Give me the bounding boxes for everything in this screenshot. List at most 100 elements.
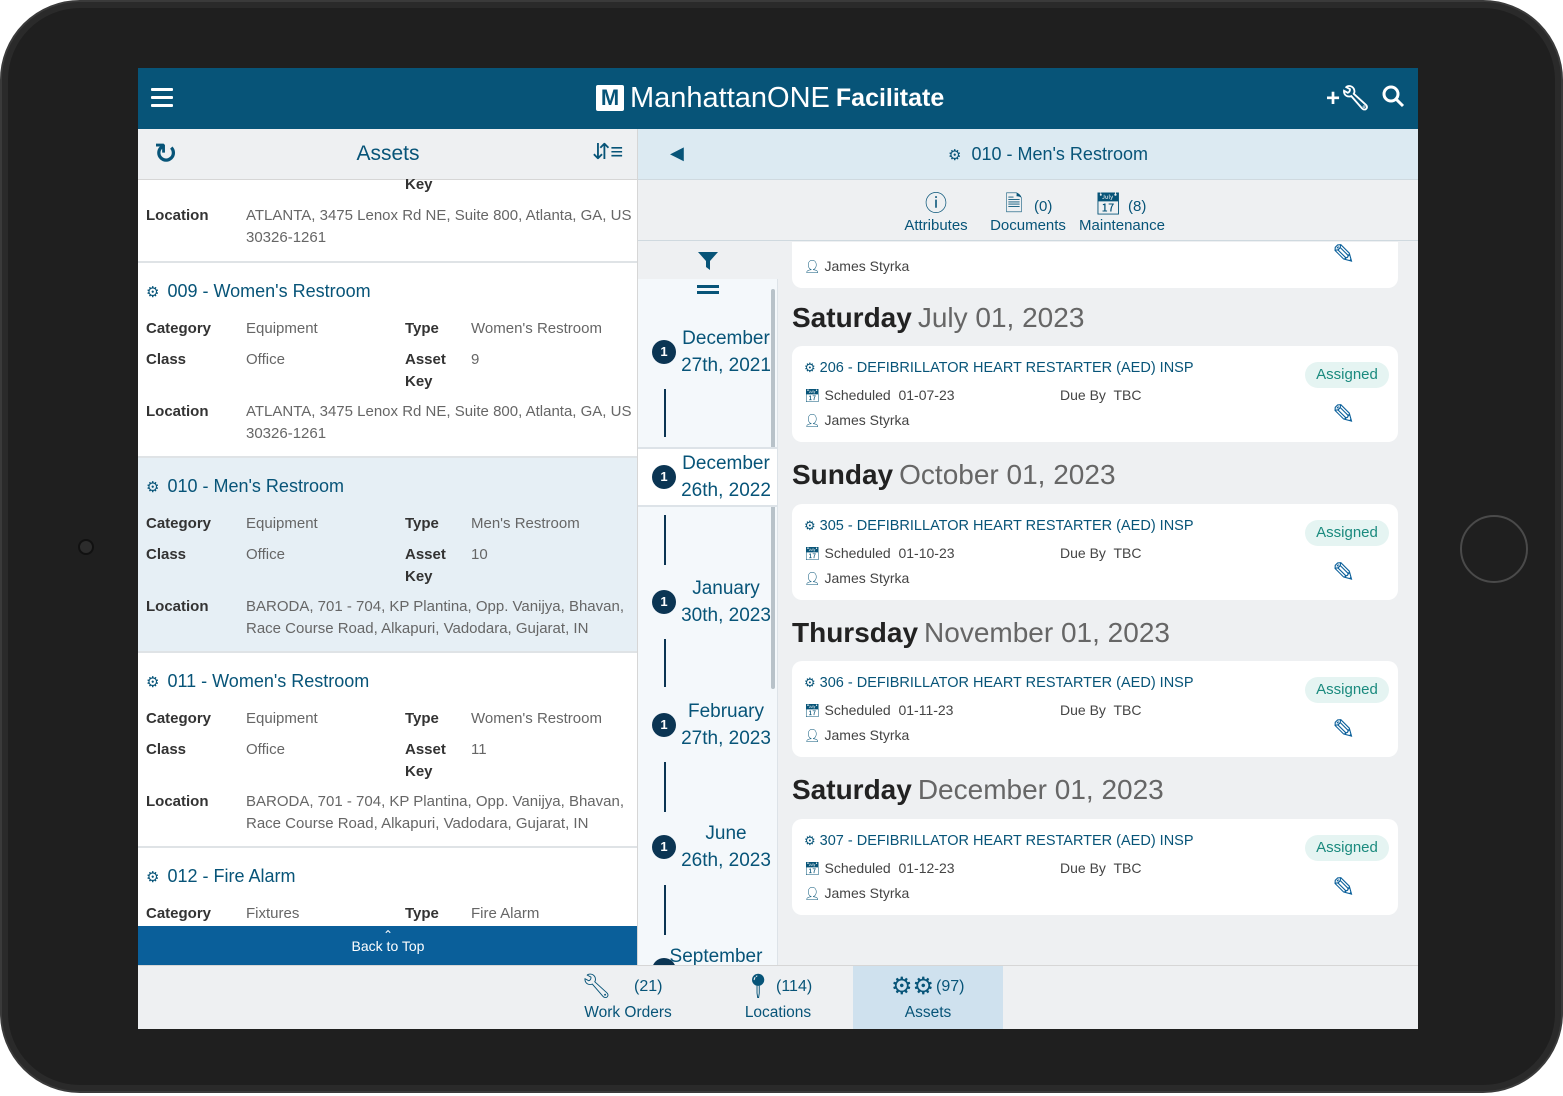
work-order-title: ⚙ 307 - DEFIBRILLATOR HEART RESTARTER (AE… [804, 833, 1194, 849]
gear-icon: ⚙ [146, 674, 160, 691]
location-label: Location [146, 403, 209, 420]
gear-icon: ⚙ [146, 284, 160, 301]
type-label: Type [405, 905, 439, 922]
scheduled-label: Scheduled [824, 545, 891, 561]
work-order-card[interactable]: ⚙ 206 - DEFIBRILLATOR HEART RESTARTER (AE… [792, 346, 1398, 442]
type-label: Type [405, 320, 439, 337]
day-header: Thursday November 01, 2023 [792, 617, 1170, 649]
nav-label: Work Orders [584, 1004, 672, 1021]
tab-label: Attributes [904, 217, 968, 234]
back-to-top-button[interactable]: ⌃ Back to Top [138, 926, 637, 965]
category-value: Equipment [246, 710, 318, 727]
category-value: Fixtures [246, 905, 300, 922]
location-value: BARODA, 701 - 704, KP Plantina, Opp. Van… [246, 793, 624, 832]
scheduled-label: Scheduled [824, 860, 891, 876]
due-by: Due By TBC [1060, 860, 1141, 876]
assignee-name: James Styrka [824, 570, 910, 586]
day-header: Sunday October 01, 2023 [792, 459, 1116, 491]
menu-icon[interactable] [151, 88, 173, 108]
work-order-title-text: 206 - DEFIBRILLATOR HEART RESTARTER (AED… [819, 360, 1194, 376]
edit-icon[interactable]: ✎ [1332, 556, 1355, 589]
nav-assets[interactable]: ⚙⚙ (97) Assets [853, 966, 1003, 1029]
filter-icon[interactable] [697, 250, 719, 272]
assignee-name: James Styrka [824, 412, 910, 428]
nav-work-orders[interactable]: 🔧︎ (21) Work Orders [553, 966, 703, 1029]
work-order-card[interactable]: ⚙ 306 - DEFIBRILLATOR HEART RESTARTER (AE… [792, 661, 1398, 757]
nav-locations[interactable]: 📍︎ (114) Locations [703, 966, 853, 1029]
tab-documents[interactable]: 🗎︎ (0) Documents [988, 190, 1068, 234]
asset-title-text: 009 - Women's Restroom [167, 281, 371, 301]
asset-title: ⚙ 012 - Fire Alarm [146, 866, 296, 887]
asset-card[interactable]: ⚙ 011 - Women's Restroom Category Equipme… [138, 653, 637, 848]
work-order-card[interactable]: 👤︎ James Styrka ✎ [792, 242, 1398, 288]
count-badge: 1 [652, 590, 676, 614]
count-badge: 1 [652, 713, 676, 737]
day-date: November 01, 2023 [924, 617, 1170, 648]
scheduled-date: 01-10-23 [898, 545, 955, 561]
chevron-up-icon: ⌃ [382, 928, 394, 942]
back-to-top-label: Back to Top [351, 938, 425, 954]
add-tool-icon[interactable]: +🔧︎ [1326, 84, 1370, 113]
timeline-day: 26th, 2023 [681, 850, 771, 871]
category-value: Equipment [246, 320, 318, 337]
edit-icon[interactable]: ✎ [1332, 713, 1355, 746]
drag-handle-icon[interactable] [697, 285, 719, 288]
edit-icon[interactable]: ✎ [1332, 398, 1355, 431]
assets-panel: ↻ Assets ⇵≡ Key Location ATLANTA, 3475 L… [138, 129, 638, 965]
tab-maintenance[interactable]: 📅︎ (8) Maintenance [1076, 190, 1168, 234]
asset-key-value: 9 [471, 351, 480, 368]
work-order-card[interactable]: ⚙ 305 - DEFIBRILLATOR HEART RESTARTER (AE… [792, 504, 1398, 600]
tab-attributes[interactable]: ⓘ Attributes [900, 190, 972, 234]
scheduled-date: 01-07-23 [898, 387, 955, 403]
gear-icon: ⚙ [804, 675, 816, 690]
asset-card[interactable]: ⚙ 009 - Women's Restroom Category Equipme… [138, 263, 637, 458]
m-logo-icon: M [596, 85, 624, 111]
timeline-connector [664, 885, 666, 935]
due-label: Due By [1060, 387, 1106, 403]
edit-icon[interactable]: ✎ [1332, 242, 1355, 271]
edit-icon[interactable]: ✎ [1332, 871, 1355, 904]
asset-label: Asset [405, 546, 446, 563]
search-icon[interactable] [1381, 84, 1405, 115]
type-value: Women's Restroom [471, 320, 602, 337]
count-badge: 1 [652, 340, 676, 364]
due-label: Due By [1060, 545, 1106, 561]
day-weekday: Saturday [792, 774, 912, 805]
brand-logo: M ManhattanONE Facilitate [596, 80, 944, 116]
day-date: December 01, 2023 [917, 774, 1164, 805]
user-icon: 👤︎ [804, 259, 821, 274]
due-by: Due By TBC [1060, 387, 1141, 403]
work-order-title-text: 305 - DEFIBRILLATOR HEART RESTARTER (AED… [819, 518, 1194, 534]
gear-icon: ⚙ [146, 869, 160, 886]
assignee-name: James Styrka [824, 258, 910, 274]
due-by: Due By TBC [1060, 702, 1141, 718]
timeline-month: January [692, 578, 760, 599]
tab-label: Maintenance [1079, 217, 1165, 234]
asset-title-text: 010 - Men's Restroom [167, 476, 344, 496]
timeline-connector [664, 639, 666, 687]
timeline-connector [664, 762, 666, 812]
asset-card-selected[interactable]: ⚙ 010 - Men's Restroom Category Equipment… [138, 458, 637, 653]
collapse-left-icon[interactable]: ◀ [670, 143, 684, 164]
asset-card-partial[interactable]: Key Location ATLANTA, 3475 Lenox Rd NE, … [138, 176, 637, 263]
due-label: Due By [1060, 860, 1106, 876]
home-button[interactable] [1460, 515, 1528, 583]
tab-count: (0) [1034, 198, 1053, 215]
scheduled: 📅︎ Scheduled 01-07-23 [804, 387, 955, 404]
asset-title: ⚙ 011 - Women's Restroom [146, 671, 369, 692]
sort-icon[interactable]: ⇵≡ [592, 139, 623, 165]
scheduled: 📅︎ Scheduled 01-12-23 [804, 860, 955, 877]
class-value: Office [246, 546, 285, 563]
key-label: Key [405, 568, 433, 585]
app-screen: M ManhattanONE Facilitate +🔧︎ ↻ Assets ⇵… [138, 68, 1418, 1029]
timeline-month: February [687, 701, 765, 722]
gears-icon: ⚙⚙ [891, 973, 935, 1000]
nav-label: Locations [744, 1004, 812, 1021]
drag-handle-icon [697, 291, 719, 294]
day-weekday: Sunday [792, 459, 894, 490]
day-weekday: Saturday [792, 302, 912, 333]
category-label: Category [146, 320, 212, 337]
user-icon: 👤︎ [804, 886, 821, 901]
work-order-card[interactable]: ⚙ 307 - DEFIBRILLATOR HEART RESTARTER (AE… [792, 819, 1398, 915]
calendar-icon: 📅︎ [804, 546, 821, 561]
